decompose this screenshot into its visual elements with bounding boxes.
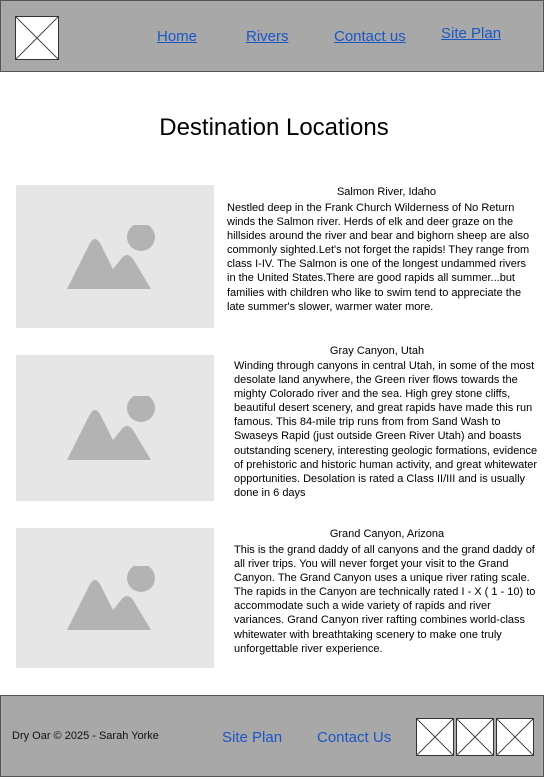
image-placeholder-icon: [67, 566, 155, 630]
grand-canyon-title: Grand Canyon, Arizona: [329, 528, 445, 540]
image-placeholder-icon: [67, 224, 155, 289]
salmon-river-description: Nestled deep in the Frank Church Wildern…: [227, 202, 530, 313]
salmon-river-title: Salmon River, Idaho: [336, 186, 437, 198]
gray-canyon-image: [16, 355, 214, 501]
nav-rivers-link[interactable]: Rivers: [246, 28, 289, 45]
nav-site-plan-link[interactable]: Site Plan: [441, 25, 501, 42]
gray-canyon-title: Gray Canyon, Utah: [329, 345, 425, 357]
footer-contact-link[interactable]: Contact Us: [317, 729, 391, 746]
salmon-river-image: [16, 185, 214, 328]
image-placeholder-icon: [67, 396, 155, 460]
nav-home-link[interactable]: Home: [157, 28, 197, 45]
copyright-text: Dry Oar © 2025 - Sarah Yorke: [12, 730, 159, 742]
social-placeholder-icon[interactable]: [496, 718, 534, 756]
gray-canyon-description: Winding through canyons in central Utah,…: [234, 360, 538, 499]
page-title: Destination Locations: [159, 114, 389, 141]
social-placeholder-icon[interactable]: [456, 718, 494, 756]
footer-site-plan-link[interactable]: Site Plan: [222, 729, 282, 746]
site-footer: Dry Oar © 2025 - Sarah Yorke Site Plan C…: [0, 695, 544, 777]
logo-placeholder-icon[interactable]: [15, 16, 59, 60]
grand-canyon-description: This is the grand daddy of all canyons a…: [234, 544, 536, 655]
nav-contact-link[interactable]: Contact us: [334, 28, 406, 45]
site-header: Home Rivers Contact us Site Plan: [0, 0, 544, 72]
grand-canyon-image: [16, 528, 214, 668]
social-placeholder-icon[interactable]: [416, 718, 454, 756]
